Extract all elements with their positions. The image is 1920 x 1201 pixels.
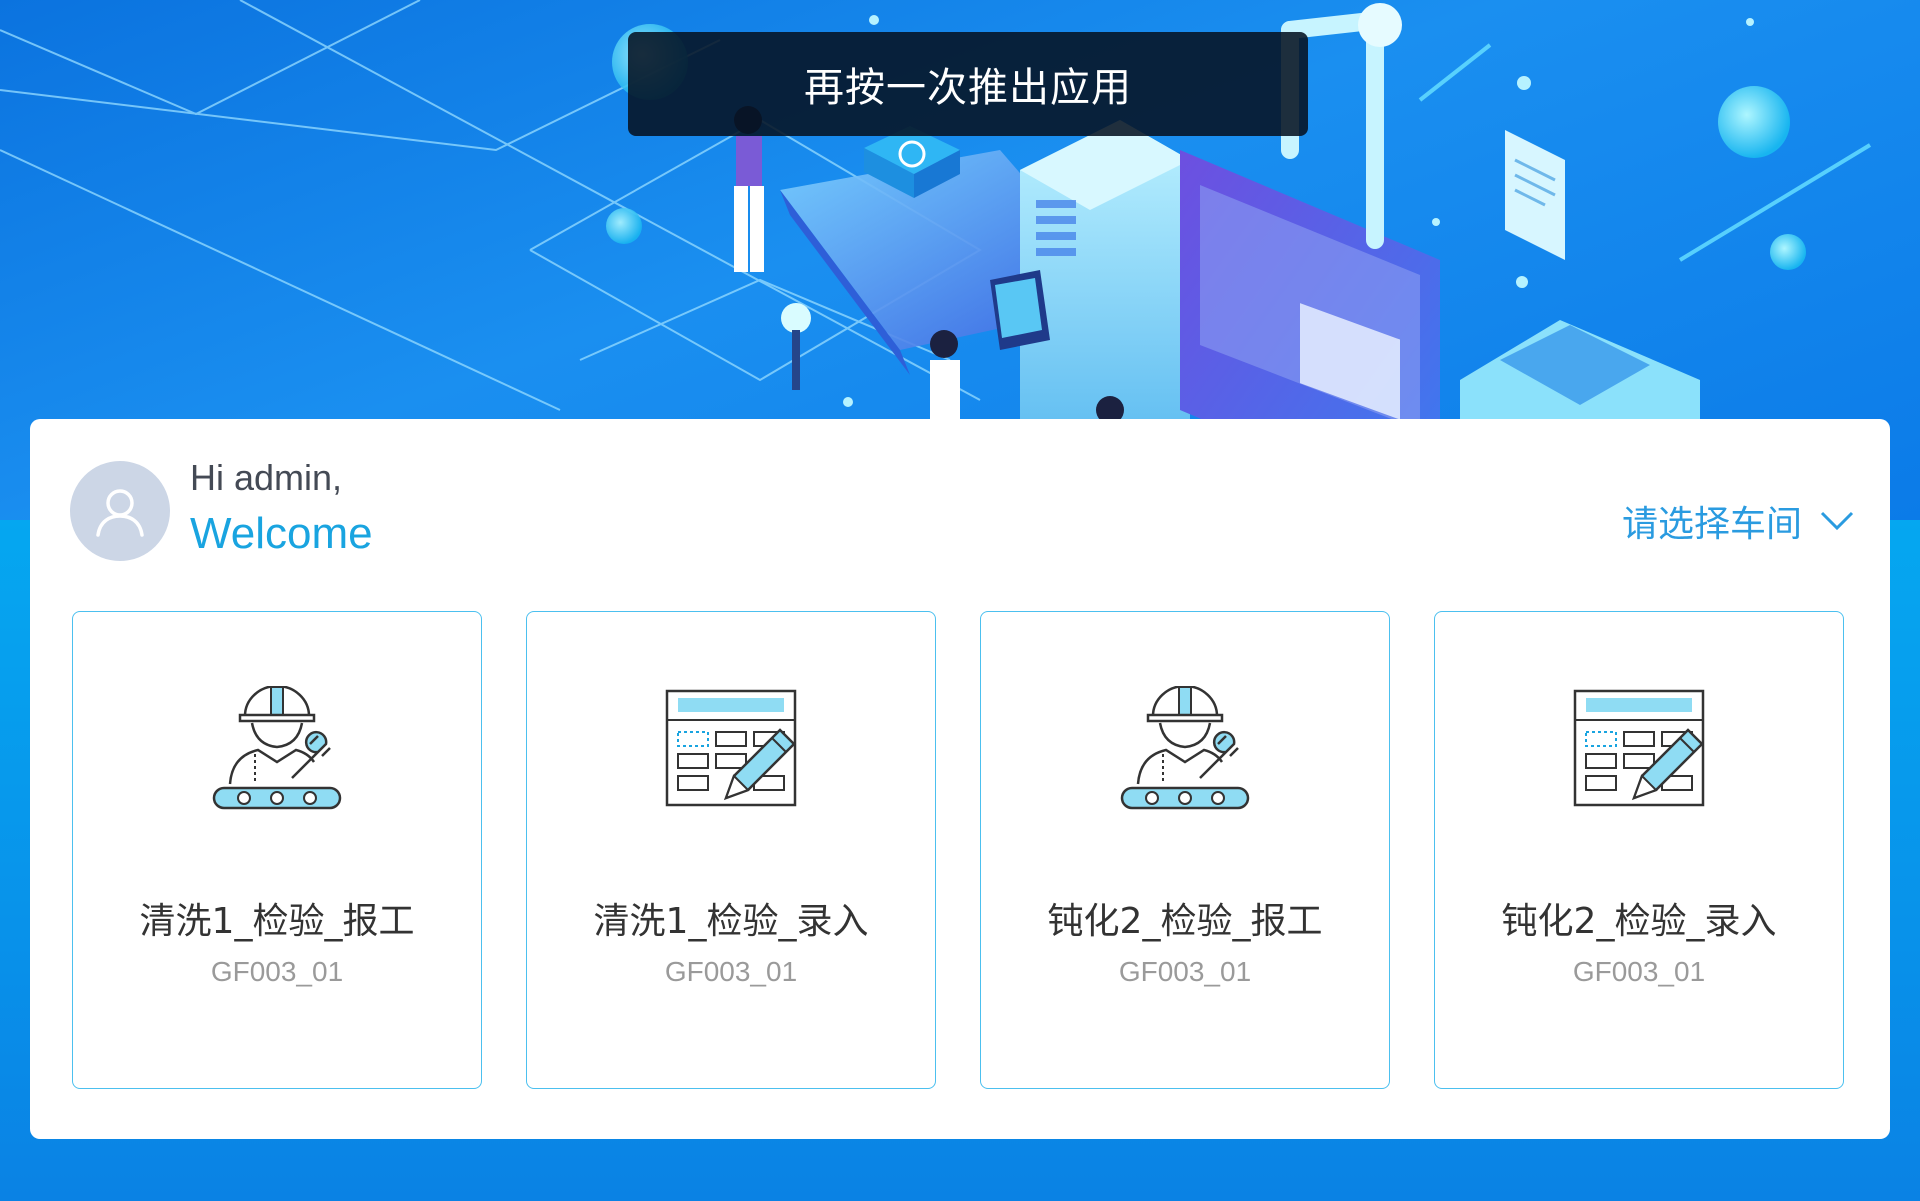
user-icon [96, 489, 144, 537]
welcome-text: Welcome [190, 509, 373, 558]
tile-passivation2-inspection-report[interactable]: 钝化2_检验_报工 GF003_01 [980, 611, 1390, 1089]
form-edit-icon [665, 689, 797, 807]
tile-code: GF003_01 [664, 956, 798, 987]
form-edit-icon [1573, 689, 1705, 807]
toast-text: 再按一次推出应用 [804, 65, 1132, 111]
worker-conveyor-icon [1120, 686, 1250, 810]
tile-cleaning1-inspection-entry[interactable]: 清洗1_检验_录入 GF003_01 [526, 611, 936, 1089]
exit-toast: 再按一次推出应用 [628, 32, 1308, 136]
tile-passivation2-inspection-entry[interactable]: 钝化2_检验_录入 GF003_01 [1434, 611, 1844, 1089]
app-screen: 再按一次推出应用 Hi admin, Welcome 请选择车间 清洗1_检验_… [0, 0, 1920, 1201]
workshop-select-label: 请选择车间 [1621, 504, 1802, 545]
avatar[interactable] [70, 461, 170, 561]
tile-cleaning1-inspection-report[interactable]: 清洗1_检验_报工 GF003_01 [72, 611, 482, 1089]
tile-title: 钝化2_检验_录入 [1501, 901, 1777, 942]
function-tiles: 清洗1_检验_报工 GF003_01 清洗1_检验_录入 GF003_01 钝化… [72, 611, 1852, 1089]
tile-code: GF003_01 [1118, 956, 1252, 987]
chevron-down-icon [1820, 511, 1854, 531]
tile-title: 清洗1_检验_录入 [593, 901, 869, 942]
tile-title: 钝化2_检验_报工 [1047, 901, 1323, 942]
tile-code: GF003_01 [210, 956, 344, 987]
tile-code: GF003_01 [1572, 956, 1706, 987]
main-card: Hi admin, Welcome 请选择车间 清洗1_检验_报工 GF003_… [30, 419, 1890, 1139]
workshop-select[interactable]: 请选择车间 [1622, 495, 1854, 547]
worker-conveyor-icon [212, 686, 342, 810]
tile-title: 清洗1_检验_报工 [139, 901, 415, 942]
greeting-text: Hi admin, [190, 457, 343, 498]
